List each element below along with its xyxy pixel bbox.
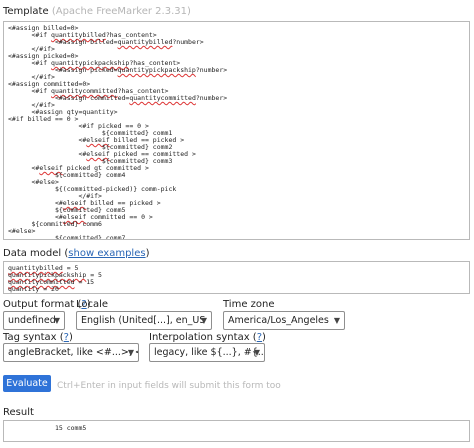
time-zone-value: America/Los_Angeles <box>228 315 329 326</box>
tag-syntax-label: Tag syntax <box>3 332 57 343</box>
template-editor[interactable]: <#assign billed=0> <#if quantitybilled?h… <box>3 21 470 240</box>
locale-label: Locale <box>76 299 109 310</box>
evaluate-button[interactable]: Evaluate <box>3 375 51 392</box>
template-heading: Template (Apache FreeMarker 2.3.31) <box>3 6 191 17</box>
show-examples-link[interactable]: show examples <box>68 248 145 259</box>
data-model-editor[interactable]: quantitybilled = 5 quantitypickpackship =… <box>3 261 470 294</box>
template-code-line: <#assign billed=quantitybilled?number> <box>8 38 204 46</box>
output-format-select[interactable]: undefined ▼ <box>3 311 65 330</box>
result-output: 15 comm5 <box>3 420 470 442</box>
tag-syntax-value: angleBracket, like <#...>, <@...> <box>8 347 138 358</box>
tag-syntax-help-link[interactable]: ? <box>64 332 69 343</box>
time-zone-select[interactable]: America/Los_Angeles ▼ <box>223 311 345 330</box>
interpolation-syntax-help-link[interactable]: ? <box>257 332 262 343</box>
template-code-line: <#assign committed=quantitycommitted?num… <box>8 94 228 102</box>
chevron-down-icon: ▼ <box>53 316 60 325</box>
engine-version-hint: (Apache FreeMarker 2.3.31) <box>51 6 191 17</box>
chevron-down-icon: ▼ <box>200 316 207 325</box>
data-model-line: quantitycommitted = 15 <box>8 278 95 286</box>
template-code-line: ${committed} comm7 <box>8 234 126 240</box>
interpolation-syntax-select[interactable]: legacy, like ${...}, #{...} ▼ <box>149 343 265 362</box>
evaluate-hint: Ctrl+Enter in input fields will submit t… <box>57 381 281 391</box>
interpolation-syntax-value: legacy, like ${...}, #{...} <box>154 347 265 358</box>
output-format-label: Output format <box>3 299 75 310</box>
time-zone-label: Time zone <box>223 299 275 310</box>
data-model-label: Data model <box>3 248 62 259</box>
data-model-heading: Data model (show examples) <box>3 248 150 259</box>
chevron-down-icon: ▼ <box>253 348 260 357</box>
template-code-line: <#assign picked=quantitypickpackship?num… <box>8 66 228 74</box>
template-code-line: ${committed} comm4 <box>8 171 126 179</box>
template-code-line: ${committed} comm6 <box>8 220 102 228</box>
data-model-line: quantity = 20 <box>8 285 59 293</box>
output-format-value: undefined <box>8 315 56 326</box>
template-label: Template <box>3 6 49 17</box>
locale-value: English (United[...], en_US <box>81 315 206 326</box>
chevron-down-icon: ▼ <box>333 316 340 325</box>
result-label: Result <box>3 407 34 418</box>
interpolation-syntax-label-group: Interpolation syntax (?) <box>149 332 266 343</box>
locale-select[interactable]: English (United[...], en_US ▼ <box>76 311 212 330</box>
tag-syntax-label-group: Tag syntax (?) <box>3 332 73 343</box>
chevron-down-icon: ▼ <box>127 348 134 357</box>
tag-syntax-select[interactable]: angleBracket, like <#...>, <@...> ▼ <box>3 343 139 362</box>
interpolation-syntax-label: Interpolation syntax <box>149 332 250 343</box>
